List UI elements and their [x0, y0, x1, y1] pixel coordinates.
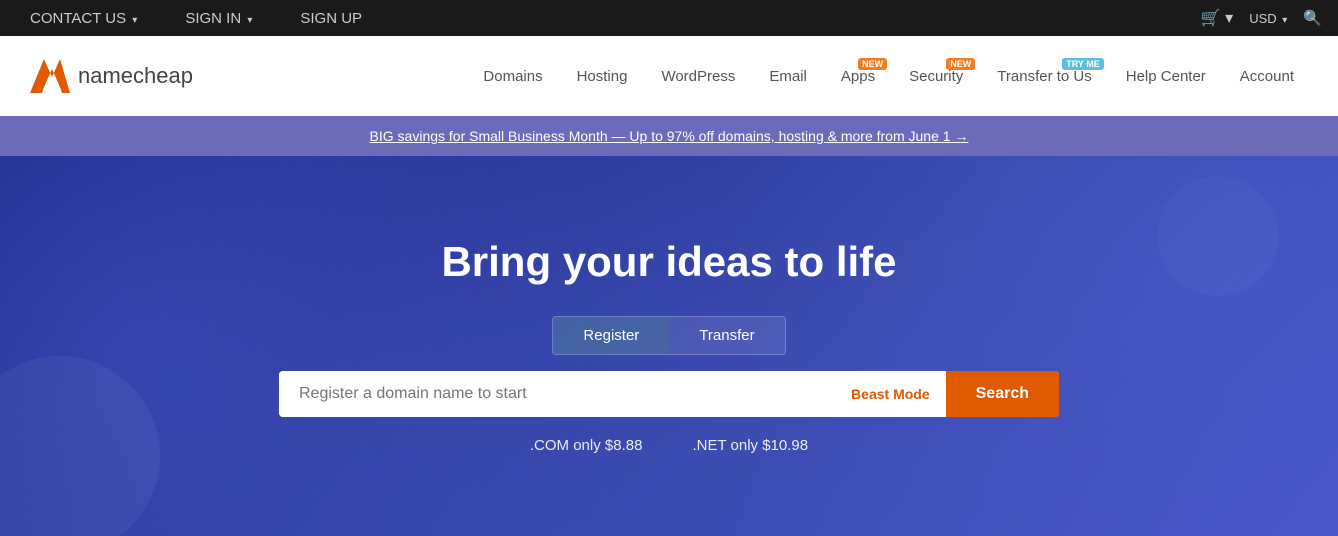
search-tabs: Register Transfer [552, 316, 785, 355]
contact-us-label: CONTACT US [30, 10, 126, 27]
contact-us-link[interactable]: CONTACT US ▾ [16, 2, 151, 35]
deco-circle-left [0, 356, 160, 536]
nav-item-wordpress[interactable]: WordPress [647, 60, 749, 93]
promo-banner: BIG savings for Small Business Month — U… [0, 116, 1338, 156]
net-price-text: only $10.98 [731, 437, 809, 454]
nav-item-account[interactable]: Account [1226, 60, 1308, 93]
search-button[interactable]: Search [946, 371, 1059, 417]
search-icon[interactable]: 🔍 [1303, 9, 1322, 27]
hero-title: Bring your ideas to life [441, 238, 896, 286]
currency-label: USD [1249, 11, 1276, 26]
cart-icon[interactable]: 🛒 ▾ [1201, 8, 1233, 28]
pricing-hint-com: .COM only $8.88 [530, 437, 643, 454]
security-label: Security [909, 68, 963, 85]
search-bar: Beast Mode Search [279, 371, 1059, 417]
nav-item-apps[interactable]: NEW Apps [827, 60, 889, 93]
nav-item-transfer[interactable]: TRY ME Transfer to Us [983, 60, 1105, 93]
nav-item-hosting[interactable]: Hosting [563, 60, 642, 93]
nav-item-domains[interactable]: Domains [469, 60, 556, 93]
tab-transfer[interactable]: Transfer [669, 317, 784, 354]
apps-badge: NEW [858, 58, 887, 70]
pricing-hint-net: .NET only $10.98 [692, 437, 808, 454]
logo-text: namecheap [78, 63, 193, 89]
com-price-text: only $8.88 [573, 437, 642, 454]
logo-svg [30, 59, 70, 93]
main-nav: namecheap Domains Hosting WordPress Emai… [0, 36, 1338, 116]
sign-up-link[interactable]: SIGN UP [286, 2, 376, 35]
promo-banner-link[interactable]: BIG savings for Small Business Month — U… [370, 128, 969, 144]
nav-links: Domains Hosting WordPress Email NEW Apps… [469, 60, 1308, 93]
nav-item-security[interactable]: NEW Security [895, 60, 977, 93]
security-badge: NEW [946, 58, 975, 70]
pricing-hints: .COM only $8.88 .NET only $10.98 [530, 437, 808, 454]
transfer-badge: TRY ME [1062, 58, 1104, 70]
sign-in-link[interactable]: SIGN IN ▾ [171, 2, 266, 35]
beast-mode-button[interactable]: Beast Mode [835, 376, 946, 412]
sign-in-arrow: ▾ [247, 15, 252, 26]
transfer-label: Transfer to Us [997, 68, 1091, 85]
nav-item-email[interactable]: Email [755, 60, 821, 93]
logo[interactable]: namecheap [30, 59, 193, 93]
deco-circle-right [1158, 176, 1278, 296]
top-bar: CONTACT US ▾ SIGN IN ▾ SIGN UP 🛒 ▾ USD ▾… [0, 0, 1338, 36]
currency-arrow: ▾ [1282, 15, 1287, 26]
sign-in-label: SIGN IN [185, 10, 241, 27]
currency-selector[interactable]: USD ▾ [1249, 11, 1287, 26]
com-tld[interactable]: .COM [530, 437, 569, 454]
tab-register[interactable]: Register [553, 317, 669, 354]
net-tld[interactable]: .NET [692, 437, 726, 454]
apps-label: Apps [841, 68, 875, 85]
domain-search-input[interactable] [279, 371, 835, 417]
contact-us-arrow: ▾ [132, 15, 137, 26]
nav-item-helpcenter[interactable]: Help Center [1112, 60, 1220, 93]
hero-section: Bring your ideas to life Register Transf… [0, 156, 1338, 536]
